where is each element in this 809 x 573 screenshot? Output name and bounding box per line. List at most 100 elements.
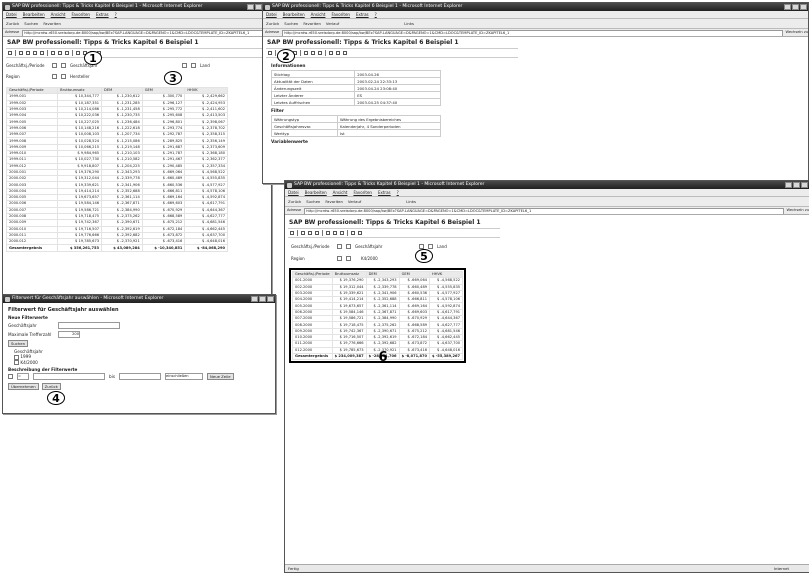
dim-country[interactable]: Land <box>200 63 210 68</box>
table-icon[interactable] <box>340 231 344 235</box>
menu-edit[interactable]: Bearbeiten <box>283 11 305 18</box>
section-info-heading[interactable]: Informationen <box>271 64 501 69</box>
links-button[interactable]: Links <box>406 197 416 206</box>
help-icon[interactable] <box>343 51 347 55</box>
menu-tools[interactable]: Extras <box>378 189 391 196</box>
filter-icon[interactable] <box>52 63 57 68</box>
search-button[interactable]: Suchen <box>306 197 320 206</box>
window-titlebar[interactable]: SAP BW professionell: Tipps & Tricks Kap… <box>263 3 808 11</box>
menu-help[interactable]: ? <box>115 11 117 18</box>
maximize-button[interactable] <box>793 182 800 188</box>
minimize-button[interactable] <box>785 182 792 188</box>
swap-icon[interactable] <box>61 63 66 68</box>
maximize-button[interactable] <box>255 4 262 10</box>
table-icon[interactable] <box>65 51 69 55</box>
back-button[interactable]: Zurück <box>6 19 19 28</box>
menu-view[interactable]: Ansicht <box>51 11 66 18</box>
menu-favorites[interactable]: Favoriten <box>71 11 90 18</box>
save-icon[interactable] <box>301 231 305 235</box>
menu-file[interactable]: Datei <box>266 11 277 18</box>
minimize-button[interactable] <box>784 4 791 10</box>
filter-icon[interactable] <box>52 74 57 79</box>
favorites-button[interactable]: Favoriten <box>43 19 61 28</box>
address-input[interactable]: http://mcrdw-r650.sreisdorp.de:8000/sap/… <box>304 207 784 214</box>
search-button[interactable]: Suchen <box>284 19 298 28</box>
new-row-button[interactable]: Neue Zeile <box>207 373 234 380</box>
fiscal-year-input[interactable] <box>58 322 120 329</box>
info-icon[interactable] <box>304 51 308 55</box>
fiscal-year-filter-value[interactable]: K4/2000 <box>361 256 378 261</box>
option-checkbox[interactable] <box>14 360 19 365</box>
menu-edit[interactable]: Bearbeiten <box>23 11 45 18</box>
back-button[interactable]: Zurück <box>288 197 301 206</box>
filter-icon[interactable] <box>311 51 315 55</box>
print-icon[interactable] <box>8 51 12 55</box>
go-button[interactable]: Wechseln zu <box>787 207 809 214</box>
maximize-button[interactable] <box>792 4 799 10</box>
menu-view[interactable]: Ansicht <box>333 189 348 196</box>
go-button[interactable]: Wechseln zu <box>786 29 808 36</box>
print-icon[interactable] <box>290 231 294 235</box>
filter-icon[interactable] <box>182 63 187 68</box>
close-button[interactable] <box>801 182 808 188</box>
minimize-button[interactable] <box>247 4 254 10</box>
history-button[interactable]: Verlauf <box>326 19 339 28</box>
menu-file[interactable]: Datei <box>6 11 17 18</box>
save-icon[interactable] <box>19 51 23 55</box>
info-icon[interactable] <box>51 51 55 55</box>
address-input[interactable]: http://mcrdw-r650.sreisdorp.de:8000/sap/… <box>22 29 271 36</box>
dim-fiscal-period[interactable]: Geschäftsj./Periode <box>291 244 333 249</box>
bookmark-icon[interactable] <box>308 231 312 235</box>
close-button[interactable] <box>267 296 274 302</box>
layout-icon[interactable] <box>336 51 340 55</box>
dim-country[interactable]: Land <box>437 244 447 249</box>
dialog-titlebar[interactable]: Filterwert für Geschäftsjahr auswählen -… <box>3 295 275 303</box>
option-1999[interactable]: 1999 <box>20 354 31 359</box>
swap-icon[interactable] <box>191 63 196 68</box>
menu-file[interactable]: Datei <box>288 189 299 196</box>
option-checkbox[interactable] <box>14 354 19 360</box>
apply-button[interactable]: Übernehmen <box>8 383 39 390</box>
favorites-button[interactable]: Favoriten <box>303 19 321 28</box>
window-titlebar[interactable]: SAP BW professionell: Tipps & Tricks Kap… <box>3 3 271 11</box>
section-variables-heading[interactable]: Variablenwerte <box>271 140 501 145</box>
menu-edit[interactable]: Bearbeiten <box>305 189 327 196</box>
menu-favorites[interactable]: Favoriten <box>353 189 372 196</box>
history-button[interactable]: Verlauf <box>348 197 361 206</box>
swap-icon[interactable] <box>346 256 351 261</box>
address-input[interactable]: http://mcrdw-r650.sreisdorp.de:8000/sap/… <box>282 29 783 36</box>
favorites-button[interactable]: Favoriten <box>325 197 343 206</box>
dim-fiscal-period[interactable]: Geschäftsj./Periode <box>6 63 48 68</box>
swap-icon[interactable] <box>346 244 351 249</box>
menu-tools[interactable]: Extras <box>356 11 369 18</box>
maximize-button[interactable] <box>259 296 266 302</box>
info-icon[interactable] <box>326 231 330 235</box>
filter-icon[interactable] <box>58 51 62 55</box>
filter-icon[interactable] <box>337 256 342 261</box>
operator-select[interactable]: = <box>17 373 29 380</box>
chart-icon[interactable] <box>40 51 44 55</box>
window-titlebar[interactable]: SAP BW professionell: Tipps & Tricks Kap… <box>285 181 809 189</box>
table-icon[interactable] <box>318 51 322 55</box>
search-button[interactable]: Suchen <box>24 19 38 28</box>
close-button[interactable] <box>800 4 807 10</box>
minimize-button[interactable] <box>251 296 258 302</box>
dim-region[interactable]: Region <box>6 74 48 79</box>
dim-manufacturer[interactable]: Hersteller <box>70 74 90 79</box>
excel-icon[interactable] <box>315 231 319 235</box>
search-button[interactable]: Suchen <box>8 340 29 347</box>
filter-icon[interactable] <box>337 244 342 249</box>
filter-icon[interactable] <box>333 231 337 235</box>
back-button[interactable]: Zurück <box>266 19 279 28</box>
excel-icon[interactable] <box>33 51 37 55</box>
menu-tools[interactable]: Extras <box>96 11 109 18</box>
dim-region[interactable]: Region <box>291 256 333 261</box>
search-icon[interactable] <box>329 51 333 55</box>
swap-icon[interactable] <box>61 74 66 79</box>
row-checkbox[interactable] <box>8 374 13 379</box>
print-icon[interactable] <box>268 51 272 55</box>
search-icon[interactable] <box>76 51 80 55</box>
bookmark-icon[interactable] <box>26 51 30 55</box>
back-button[interactable]: Zurück <box>41 383 61 390</box>
max-hits-input[interactable]: 200 <box>58 331 80 338</box>
